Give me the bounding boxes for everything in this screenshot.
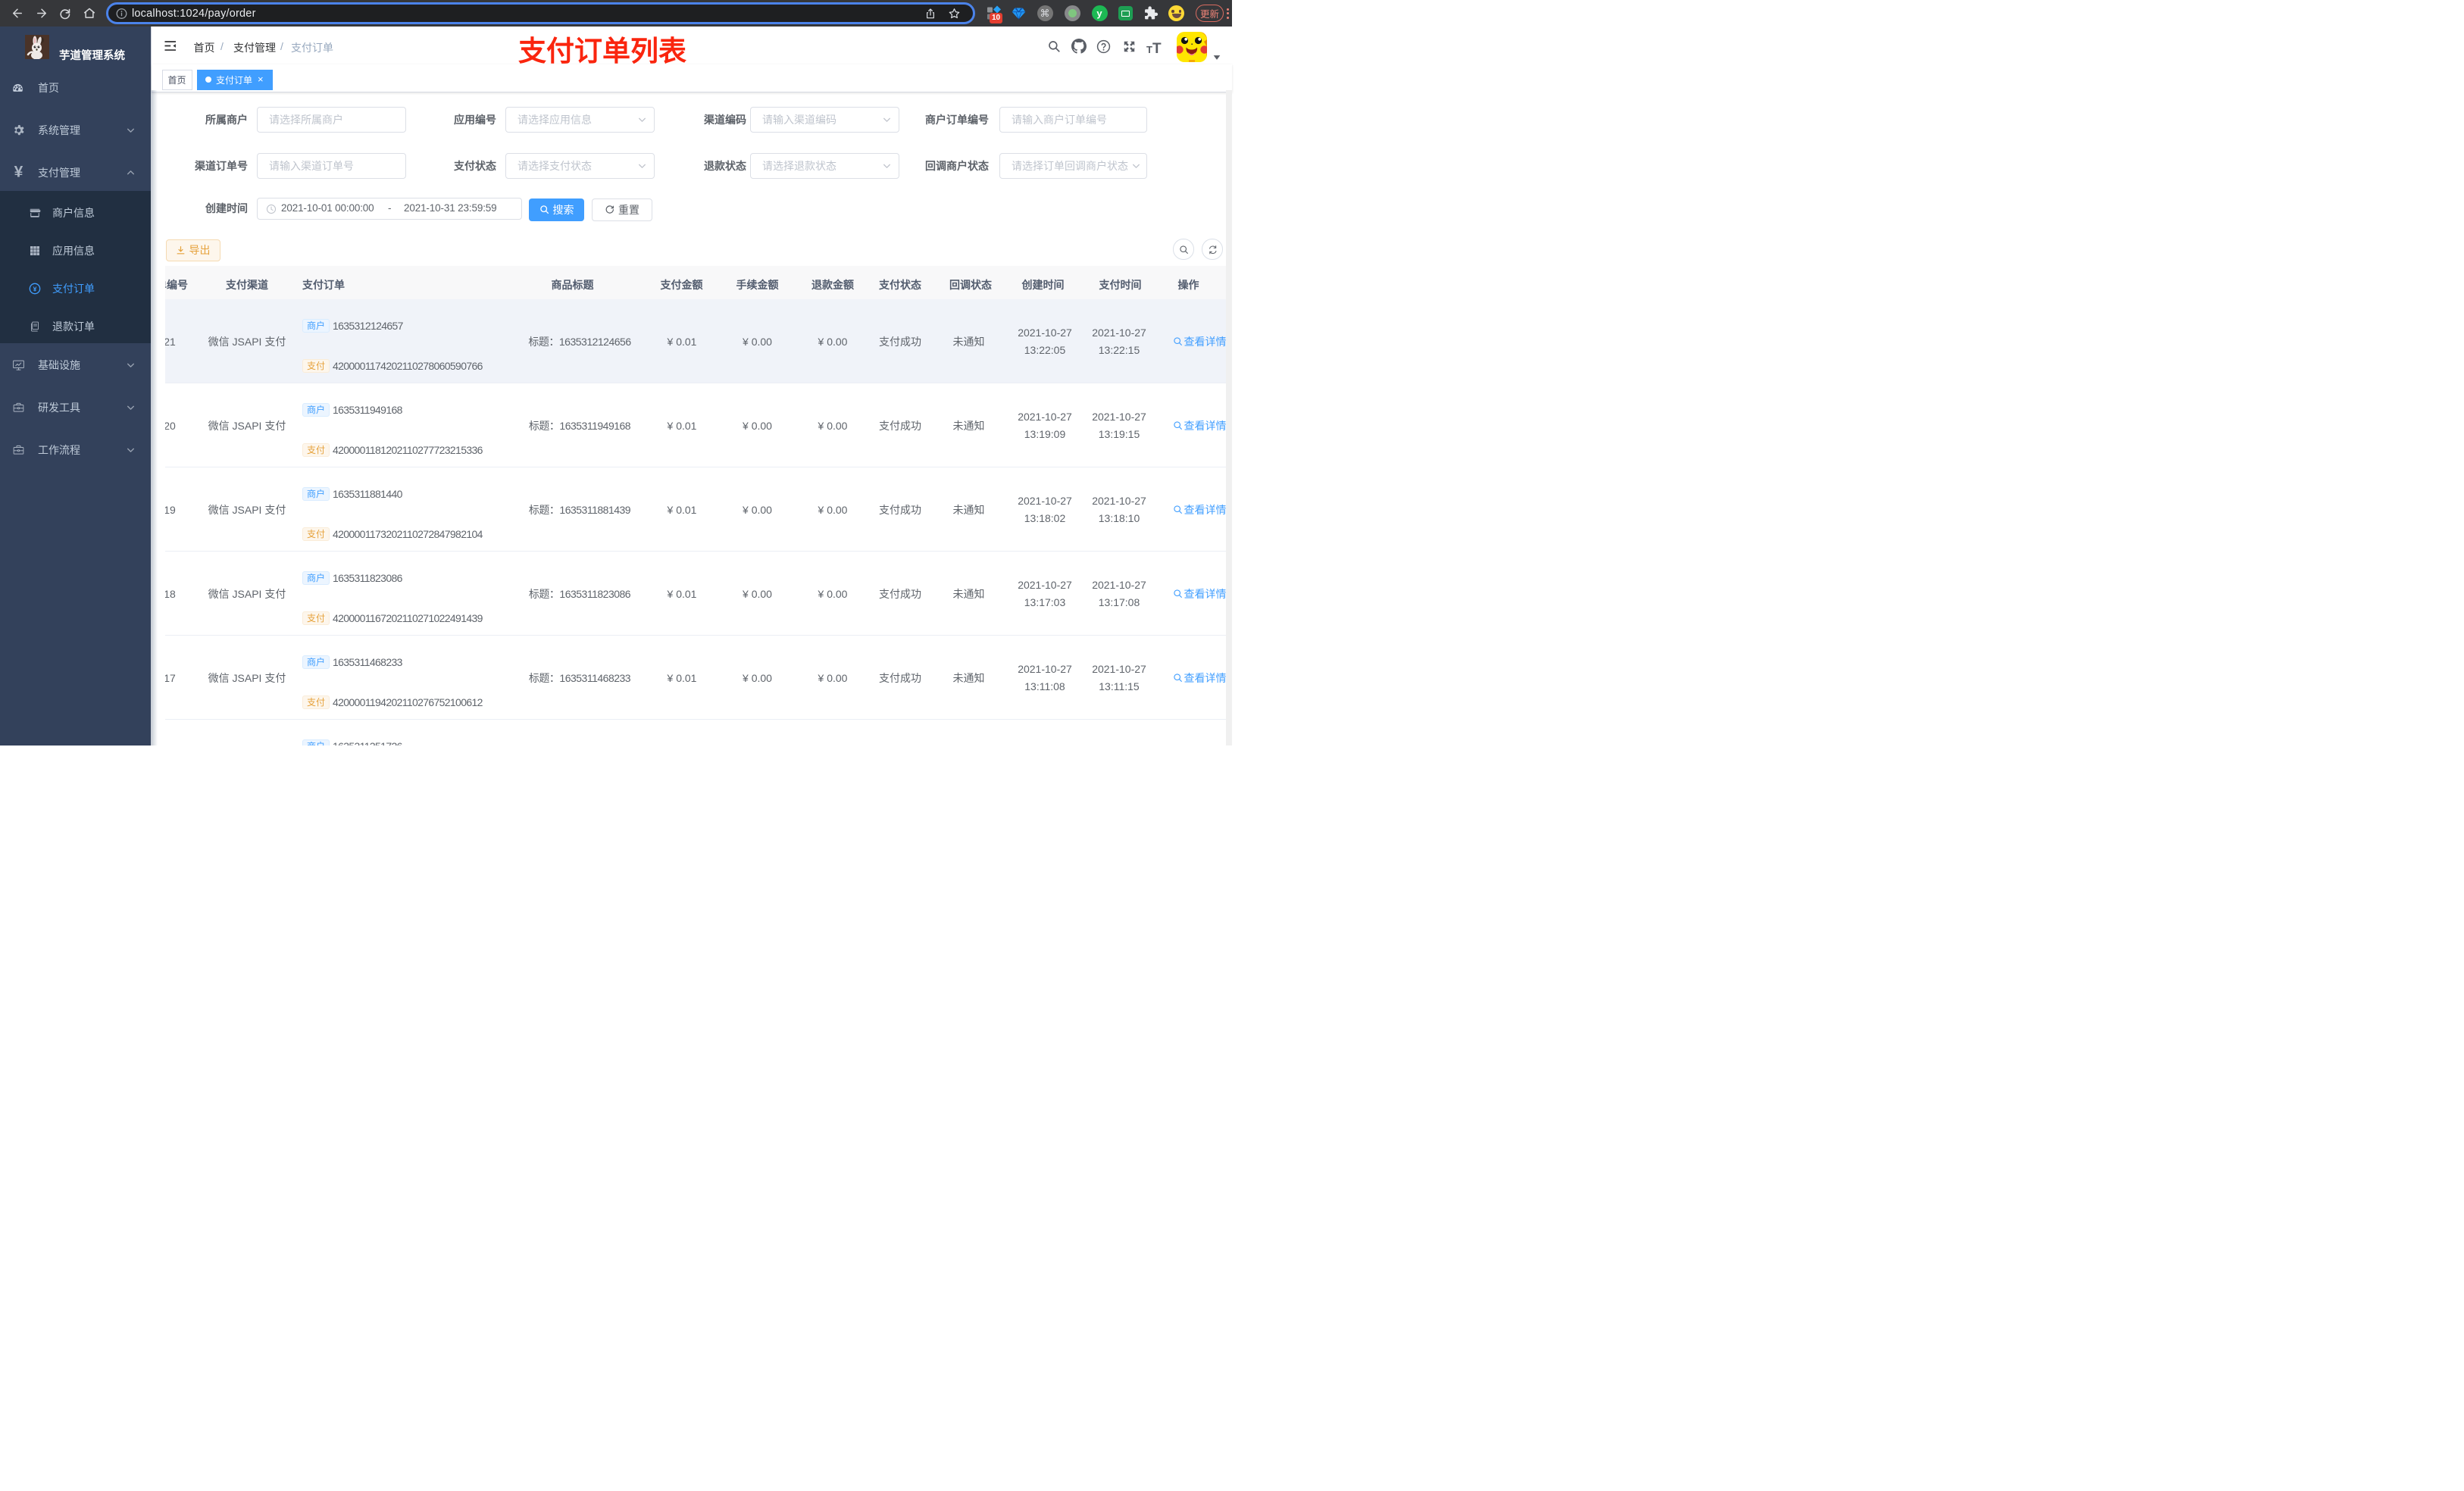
svg-text:¥: ¥ xyxy=(33,285,37,292)
